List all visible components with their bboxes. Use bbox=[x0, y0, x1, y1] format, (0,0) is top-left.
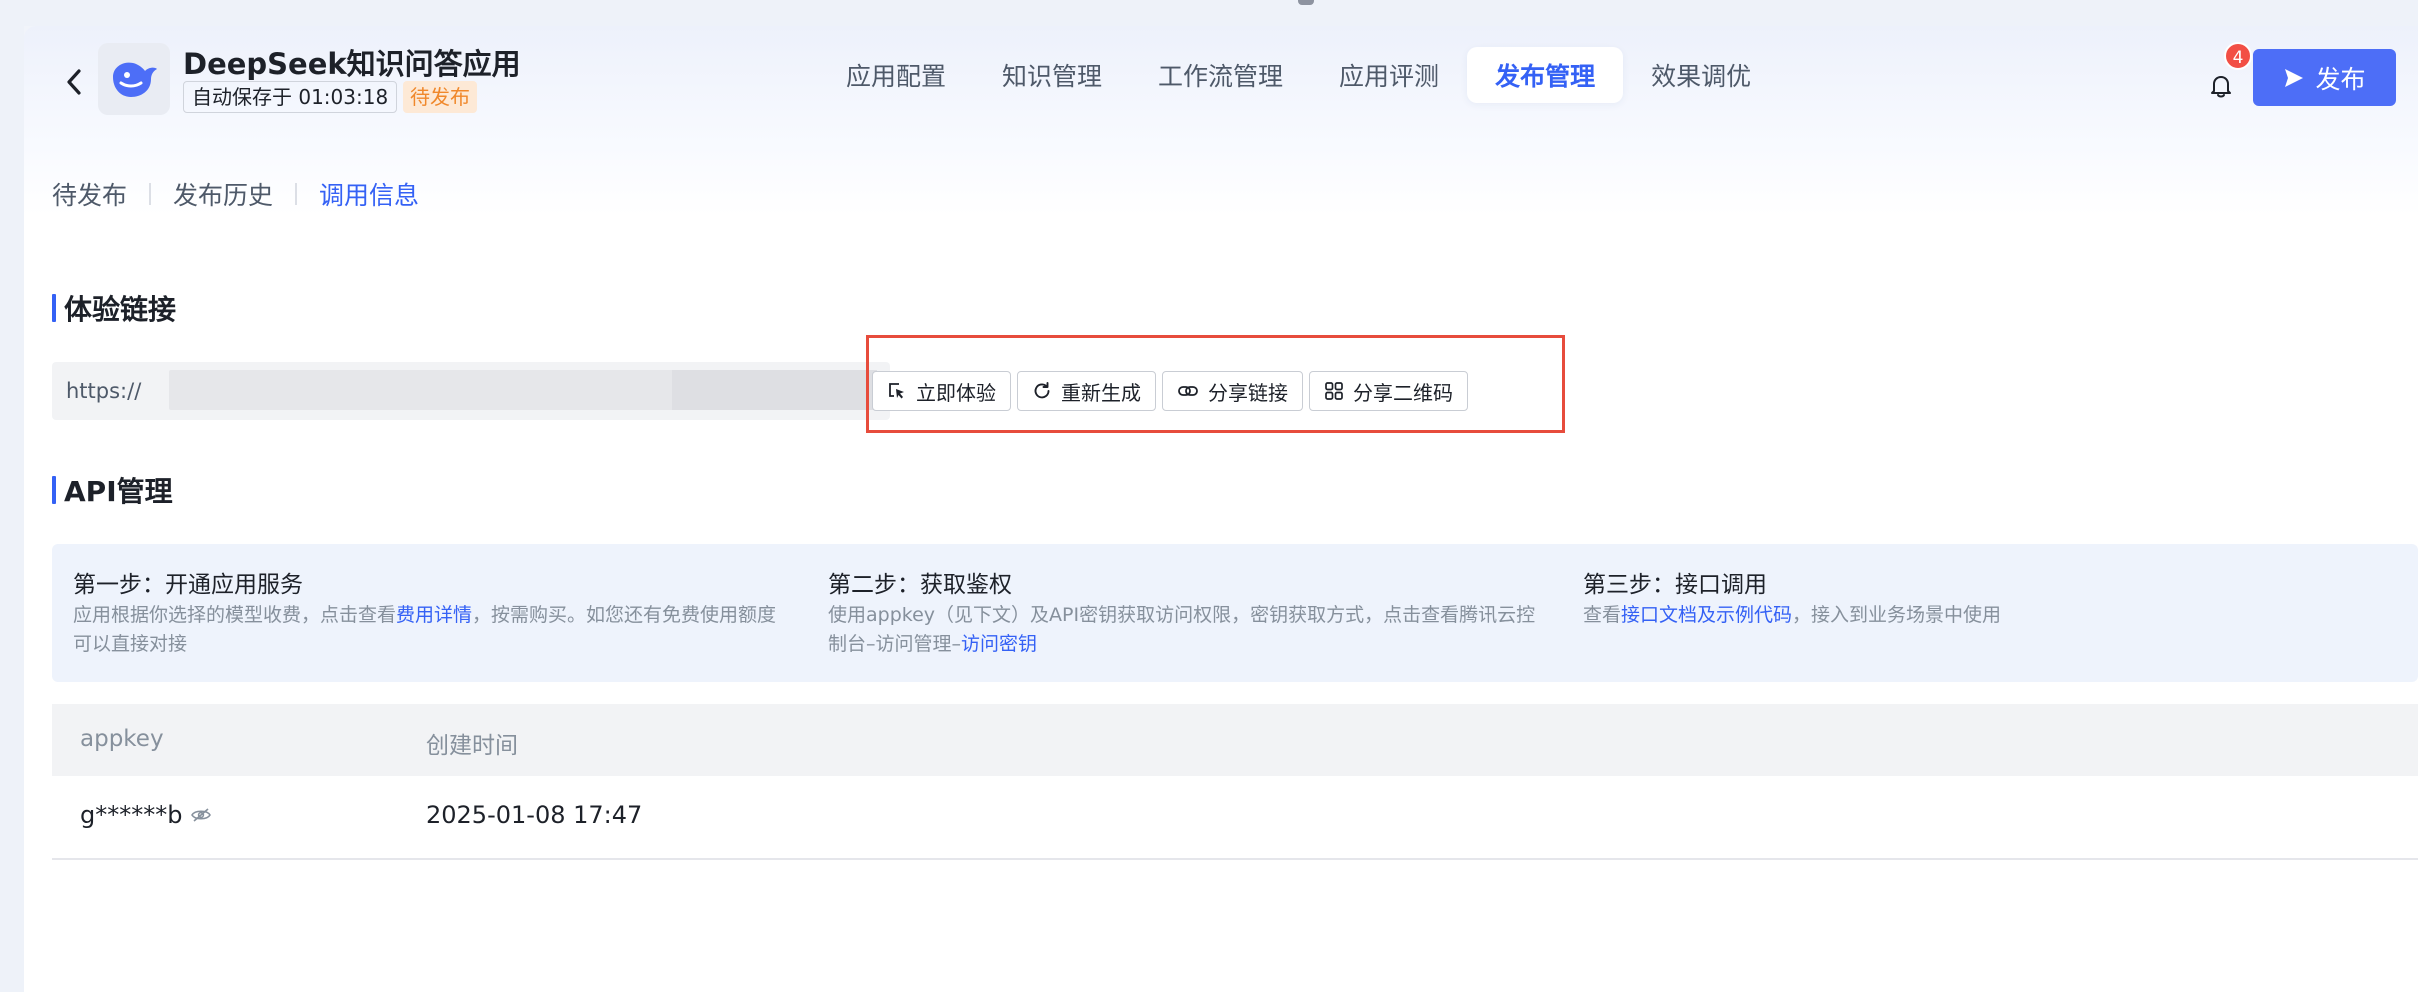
column-created-time: 创建时间 bbox=[426, 733, 518, 759]
refresh-icon bbox=[1034, 382, 1050, 399]
chevron-left-icon bbox=[67, 69, 81, 95]
appkey-cell: g******b bbox=[80, 801, 212, 829]
tab-optimization[interactable]: 效果调优 bbox=[1623, 47, 1779, 103]
step-1-desc: 应用根据你选择的模型收费，点击查看费用详情，按需购买。如您还有免费使用额度可以直… bbox=[73, 601, 793, 659]
access-key-link[interactable]: 访问密钥 bbox=[961, 633, 1037, 655]
top-nav: 应用配置 知识管理 工作流管理 应用评测 发布管理 效果调优 bbox=[818, 46, 1779, 104]
experience-section-title: 体验链接 bbox=[52, 290, 176, 326]
step-2-desc: 使用appkey（见下文）及API密钥获取访问权限，密钥获取方式，点击查看腾讯云… bbox=[828, 601, 1548, 659]
status-badge: 待发布 bbox=[403, 81, 477, 113]
link-icon bbox=[1178, 386, 1198, 396]
appkey-value: g******b bbox=[80, 801, 183, 829]
try-now-label: 立即体验 bbox=[916, 380, 996, 405]
api-docs-link[interactable]: 接口文档及示例代码 bbox=[1621, 604, 1792, 626]
api-title: API管理 bbox=[64, 475, 173, 508]
regenerate-button[interactable]: 重新生成 bbox=[1017, 371, 1156, 411]
api-section-title: API管理 bbox=[52, 472, 173, 508]
experience-actions: 立即体验 重新生成 分享链接 分享二维码 bbox=[872, 371, 1468, 411]
regenerate-label: 重新生成 bbox=[1061, 380, 1141, 405]
step-3-desc: 查看接口文档及示例代码，接入到业务场景中使用 bbox=[1583, 601, 2303, 630]
appkey-table: appkey 创建时间 g******b 2025-01-08 17:47 bbox=[52, 704, 2418, 860]
step-2-text: 使用appkey（见下文）及API密钥获取访问权限，密钥获取方式，点击查看腾讯云… bbox=[828, 604, 1536, 655]
back-button[interactable] bbox=[56, 60, 92, 104]
top-handle bbox=[1298, 0, 1314, 5]
autosave-time: 自动保存于 01:03:18 bbox=[183, 81, 398, 113]
column-appkey: appkey bbox=[80, 726, 164, 752]
step-3-text: 查看 bbox=[1583, 604, 1622, 626]
experience-title: 体验链接 bbox=[64, 293, 177, 326]
tab-app-config[interactable]: 应用配置 bbox=[818, 47, 974, 103]
step-3-text-end: ，接入到业务场景中使用 bbox=[1792, 604, 2002, 626]
cursor-click-icon bbox=[889, 383, 904, 399]
notification-badge: 4 bbox=[2224, 42, 2252, 70]
share-qr-button[interactable]: 分享二维码 bbox=[1309, 371, 1468, 411]
publish-button[interactable]: 发布 bbox=[2253, 49, 2396, 106]
subtabs: 待发布 发布历史 调用信息 bbox=[52, 176, 419, 212]
title-accent-bar bbox=[52, 476, 56, 504]
share-link-button[interactable]: 分享链接 bbox=[1162, 371, 1303, 411]
tab-workflow[interactable]: 工作流管理 bbox=[1130, 47, 1311, 103]
step-1-title: 第一步：开通应用服务 bbox=[73, 572, 303, 598]
subtab-call-info[interactable]: 调用信息 bbox=[319, 176, 419, 212]
publish-button-label: 发布 bbox=[2315, 64, 2366, 94]
notification-button[interactable] bbox=[2199, 64, 2243, 108]
publish-management-page: DeepSeek知识问答应用 自动保存于 01:03:18 待发布 应用配置 知… bbox=[24, 26, 2418, 992]
step-2-title: 第二步：获取鉴权 bbox=[828, 572, 1012, 598]
api-steps-panel: 第一步：开通应用服务 应用根据你选择的模型收费，点击查看费用详情，按需购买。如您… bbox=[52, 544, 2418, 682]
app-logo bbox=[98, 43, 170, 115]
subtab-history[interactable]: 发布历史 bbox=[173, 176, 273, 212]
subtab-divider bbox=[149, 183, 152, 205]
qr-code-icon bbox=[1325, 382, 1343, 400]
tab-evaluation[interactable]: 应用评测 bbox=[1311, 47, 1467, 103]
title-accent-bar bbox=[52, 294, 56, 322]
tab-knowledge[interactable]: 知识管理 bbox=[974, 47, 1130, 103]
send-icon bbox=[2285, 68, 2304, 87]
step-3-title: 第三步：接口调用 bbox=[1583, 572, 1767, 598]
table-header: appkey 创建时间 bbox=[52, 704, 2418, 776]
left-edge bbox=[0, 26, 24, 992]
window-top-strip bbox=[0, 0, 2418, 26]
fee-details-link[interactable]: 费用详情 bbox=[396, 604, 472, 626]
eye-off-icon[interactable] bbox=[190, 807, 212, 823]
bell-icon bbox=[2211, 76, 2231, 98]
experience-url-field[interactable]: https:// bbox=[52, 362, 890, 420]
share-qr-label: 分享二维码 bbox=[1353, 380, 1453, 405]
whale-icon bbox=[113, 62, 157, 97]
share-link-label: 分享链接 bbox=[1208, 380, 1288, 405]
subtab-divider bbox=[295, 183, 298, 205]
tab-publish[interactable]: 发布管理 bbox=[1467, 47, 1624, 103]
created-time-cell: 2025-01-08 17:47 bbox=[426, 801, 643, 829]
step-1-text: 应用根据你选择的模型收费，点击查看 bbox=[73, 604, 397, 626]
try-now-button[interactable]: 立即体验 bbox=[872, 371, 1011, 411]
masked-url-end bbox=[672, 370, 877, 410]
table-row: g******b 2025-01-08 17:47 bbox=[52, 776, 2418, 860]
app-name: DeepSeek知识问答应用 bbox=[183, 47, 521, 81]
subtab-pending[interactable]: 待发布 bbox=[52, 176, 127, 212]
url-prefix: https:// bbox=[66, 379, 142, 403]
